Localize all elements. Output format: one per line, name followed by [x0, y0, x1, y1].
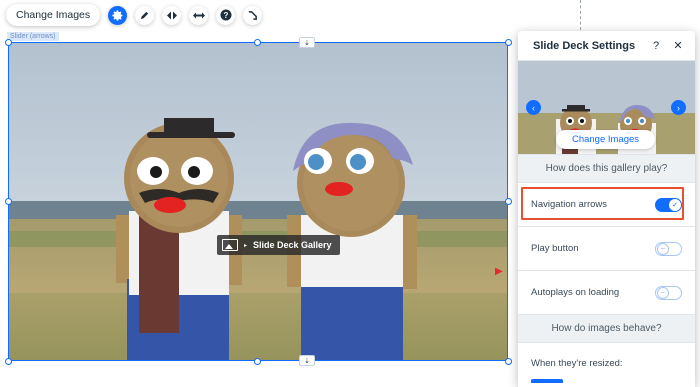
resize-handle-right[interactable]	[505, 198, 512, 205]
resize-handle-top[interactable]	[254, 39, 261, 46]
change-images-button[interactable]: Change Images	[6, 4, 101, 26]
resize-label: When they're resized:	[531, 357, 623, 369]
panel-header: Slide Deck Settings ? ✕	[518, 31, 695, 61]
element-toolbar: Change Images ?	[6, 4, 263, 26]
guide-line	[580, 0, 581, 30]
resize-handle-bottom[interactable]	[254, 358, 261, 365]
autoplays-toggle[interactable]: –	[655, 285, 682, 300]
preview-next-arrow[interactable]: ›	[671, 100, 686, 115]
setting-navigation-arrows: Navigation arrows ✓	[518, 183, 695, 227]
gallery-type-tag[interactable]: ▸ Slide Deck Gallery	[217, 235, 340, 255]
resize-handle-bottom-left[interactable]	[5, 358, 12, 365]
resize-handle-bottom-right[interactable]	[505, 358, 512, 365]
help-icon[interactable]: ?	[216, 5, 236, 25]
stretch-top-icon[interactable]: ⇣	[299, 37, 315, 48]
next-arrow-icon[interactable]: ▶	[495, 267, 504, 277]
editor-canvas: Change Images ? Slider (arrows) ▸ Slide …	[0, 0, 700, 387]
gear-icon[interactable]	[108, 5, 128, 25]
resize-handle-left[interactable]	[5, 198, 12, 205]
preview-prev-arrow[interactable]: ‹	[526, 100, 541, 115]
selection-label: Slider (arrows)	[7, 32, 59, 41]
help-icon[interactable]: ?	[647, 37, 665, 55]
animation-icon[interactable]	[162, 5, 182, 25]
svg-text:?: ?	[223, 11, 228, 20]
minus-icon: –	[657, 242, 669, 255]
gallery-image	[9, 43, 507, 360]
stretch-bottom-icon[interactable]: ⇣	[299, 355, 315, 366]
caret-right-icon: ▸	[244, 242, 248, 249]
panel-title: Slide Deck Settings	[533, 39, 636, 52]
play-button-toggle[interactable]: –	[655, 241, 682, 256]
setting-label: Play button	[531, 243, 579, 254]
gallery-preview: ‹ › Change Images	[518, 61, 695, 155]
close-icon[interactable]: ✕	[669, 37, 687, 55]
resize-handle-top-left[interactable]	[5, 39, 12, 46]
pen-icon[interactable]	[135, 5, 155, 25]
stretch-icon[interactable]	[189, 5, 209, 25]
image-icon	[222, 239, 238, 251]
resize-setting: When they're resized:	[518, 343, 695, 383]
setting-autoplays: Autoplays on loading –	[518, 271, 695, 315]
resize-option-indicator[interactable]	[531, 379, 563, 383]
section-play-heading: How does this gallery play?	[518, 155, 695, 183]
setting-play-button: Play button –	[518, 227, 695, 271]
minus-icon: –	[657, 286, 669, 299]
setting-label: Autoplays on loading	[531, 287, 620, 298]
slide-deck-settings-panel: Slide Deck Settings ? ✕ ‹ › Change Image…	[518, 31, 695, 387]
panel-change-images-button[interactable]: Change Images	[556, 130, 655, 149]
resize-handle-top-right[interactable]	[505, 39, 512, 46]
gallery-type-label: Slide Deck Gallery	[253, 240, 332, 250]
link-icon[interactable]	[243, 5, 263, 25]
check-icon: ✓	[669, 198, 681, 211]
section-images-heading: How do images behave?	[518, 315, 695, 343]
slide-deck-gallery[interactable]: ▸ Slide Deck Gallery ▶	[8, 42, 508, 361]
navigation-arrows-toggle[interactable]: ✓	[655, 197, 682, 212]
